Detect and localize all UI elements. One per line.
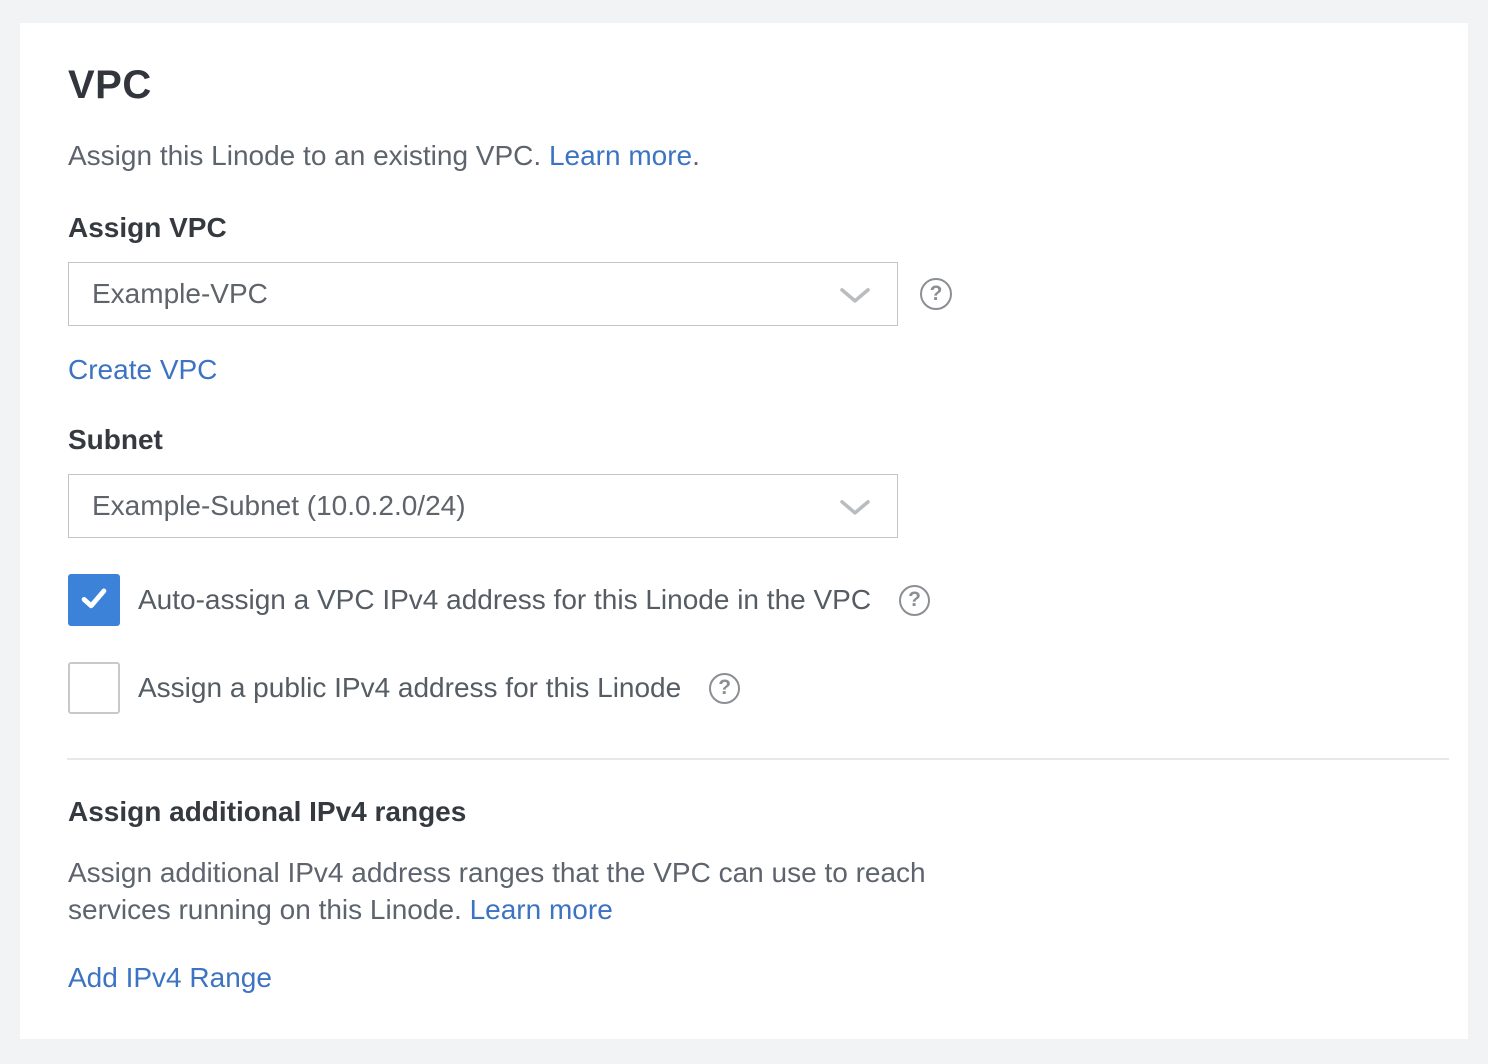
chevron-down-icon bbox=[839, 499, 871, 516]
assign-vpc-selected-value: Example-VPC bbox=[92, 278, 268, 310]
assign-vpc-help-icon[interactable]: ? bbox=[920, 278, 952, 310]
page-title: VPC bbox=[68, 63, 1420, 108]
auto-assign-ipv4-checkbox[interactable] bbox=[68, 574, 120, 626]
additional-ranges-description: Assign additional IPv4 address ranges th… bbox=[68, 854, 1420, 928]
public-ipv4-checkbox[interactable] bbox=[68, 662, 120, 714]
checkmark-icon bbox=[77, 581, 111, 620]
public-ipv4-help-icon[interactable]: ? bbox=[709, 673, 740, 704]
intro-suffix: . bbox=[692, 140, 700, 171]
auto-assign-ipv4-row: Auto-assign a VPC IPv4 address for this … bbox=[68, 574, 1420, 626]
assign-vpc-label: Assign VPC bbox=[68, 212, 1420, 244]
description-line-2: services running on this Linode. Learn m… bbox=[68, 891, 1420, 928]
ranges-learn-more-link[interactable]: Learn more bbox=[470, 894, 613, 925]
intro-text: Assign this Linode to an existing VPC. L… bbox=[68, 138, 1420, 174]
description-line-1: Assign additional IPv4 address ranges th… bbox=[68, 854, 1420, 891]
subnet-selected-value: Example-Subnet (10.0.2.0/24) bbox=[92, 490, 466, 522]
learn-more-link[interactable]: Learn more bbox=[549, 140, 692, 171]
add-ipv4-range-link[interactable]: Add IPv4 Range bbox=[68, 962, 272, 993]
intro-sentence: Assign this Linode to an existing VPC. bbox=[68, 140, 541, 171]
create-vpc-link[interactable]: Create VPC bbox=[68, 354, 217, 385]
additional-ranges-title: Assign additional IPv4 ranges bbox=[68, 796, 1420, 828]
vpc-panel: VPC Assign this Linode to an existing VP… bbox=[20, 23, 1468, 1039]
subnet-select[interactable]: Example-Subnet (10.0.2.0/24) bbox=[68, 474, 898, 538]
auto-assign-ipv4-help-icon[interactable]: ? bbox=[899, 585, 930, 616]
section-divider bbox=[67, 758, 1449, 760]
assign-vpc-select[interactable]: Example-VPC bbox=[68, 262, 898, 326]
public-ipv4-label: Assign a public IPv4 address for this Li… bbox=[138, 672, 681, 704]
page-background: VPC Assign this Linode to an existing VP… bbox=[0, 0, 1488, 1064]
auto-assign-ipv4-label: Auto-assign a VPC IPv4 address for this … bbox=[138, 584, 871, 616]
public-ipv4-row: Assign a public IPv4 address for this Li… bbox=[68, 662, 1420, 714]
chevron-down-icon bbox=[839, 287, 871, 304]
subnet-label: Subnet bbox=[68, 424, 1420, 456]
